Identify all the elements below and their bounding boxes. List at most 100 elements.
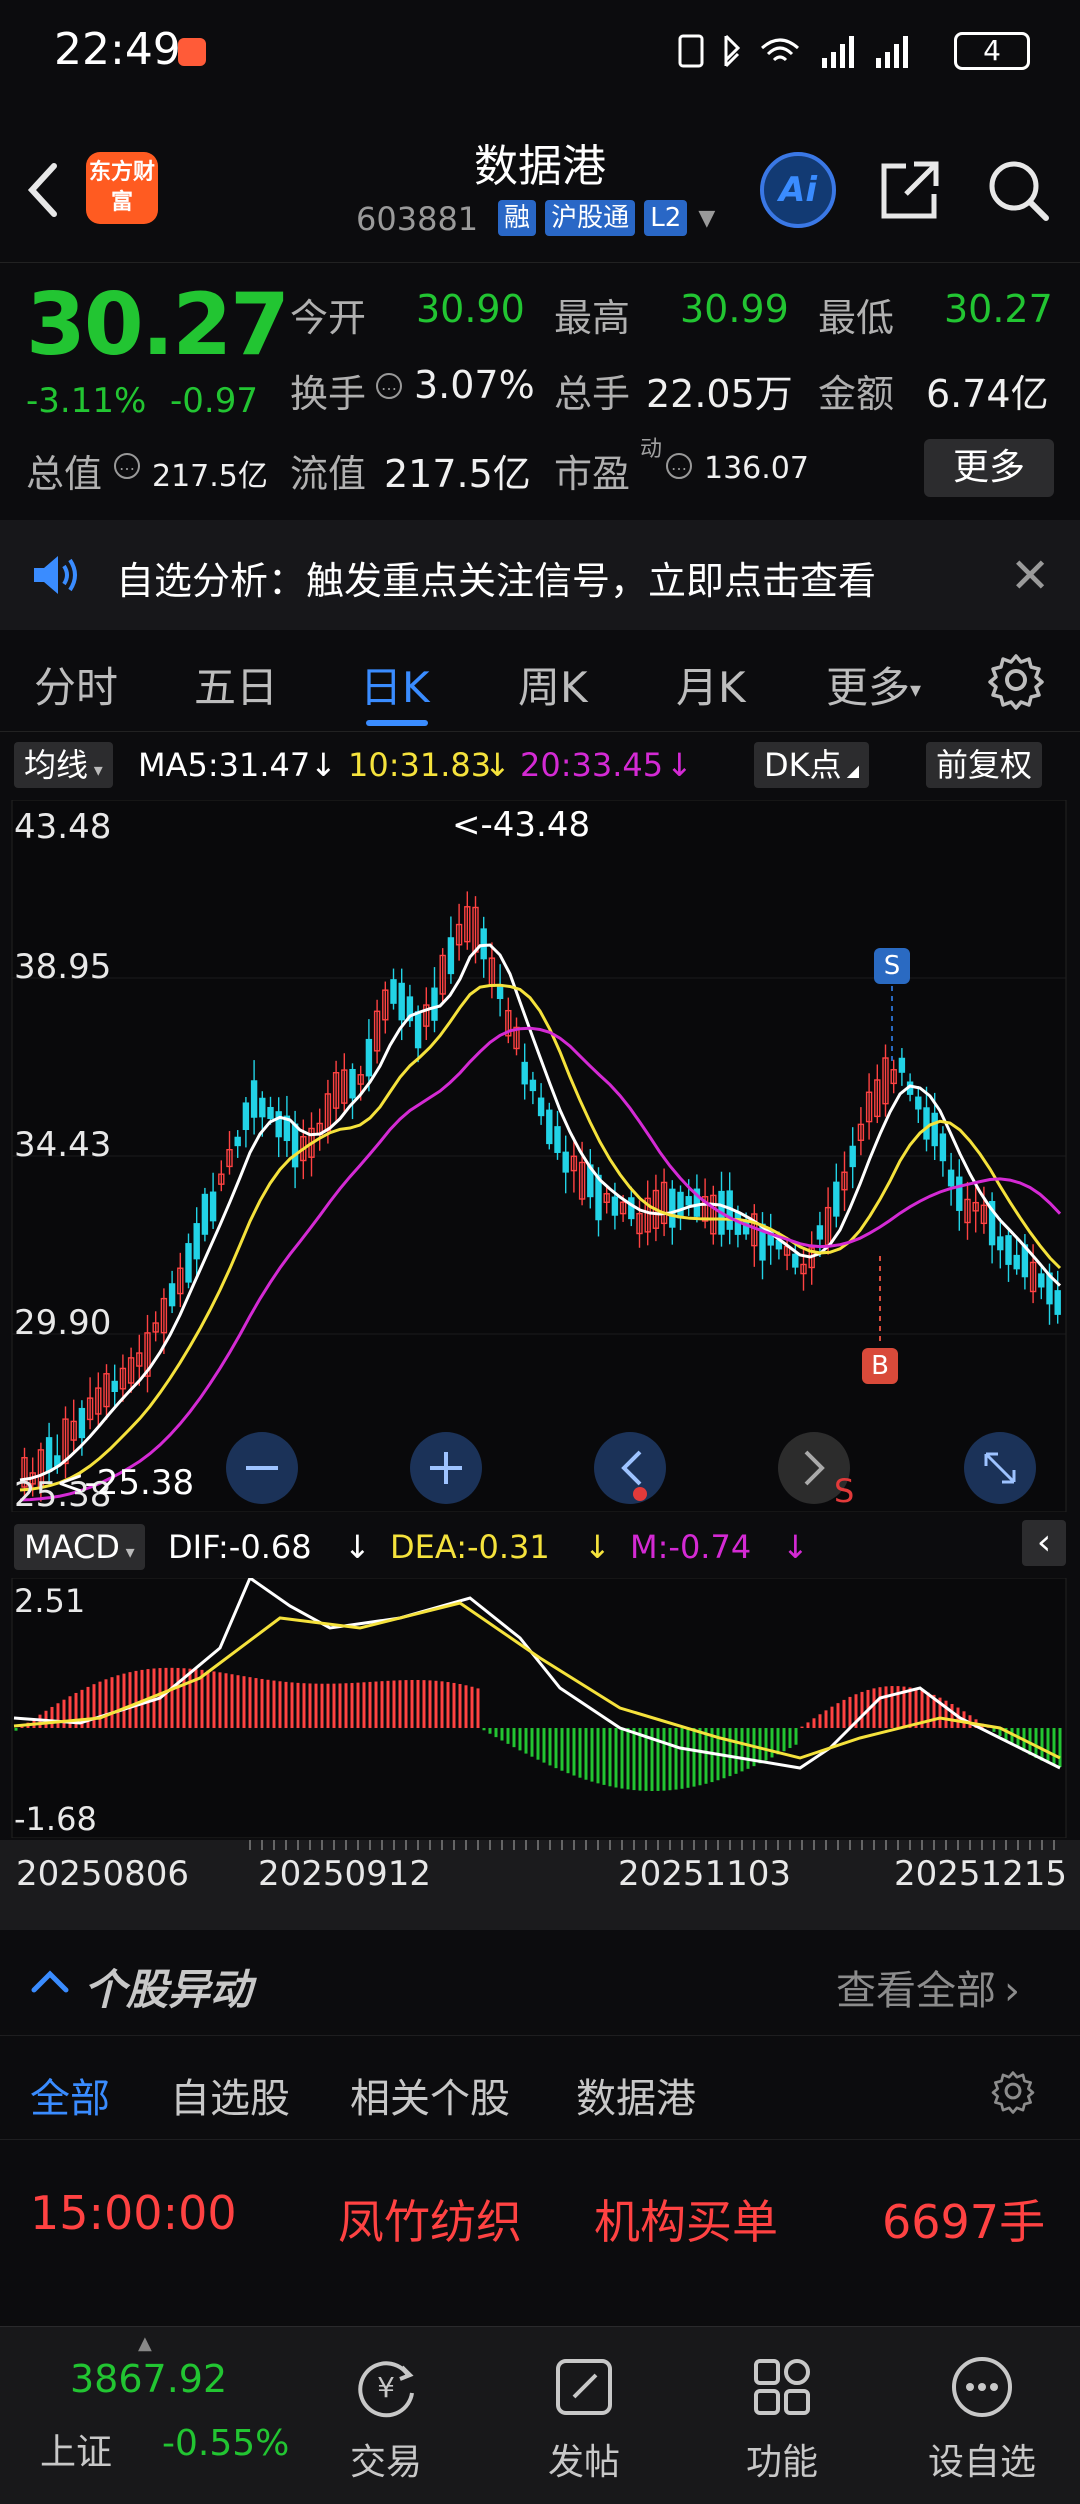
date-ticks [249, 1840, 1055, 1850]
indicator-select[interactable]: 均线 ▾ [14, 742, 113, 788]
chevron-left-icon[interactable]: ‹ [1022, 1520, 1066, 1566]
title-bar: 东方财富 数据港 603881 融 沪股通 L2 ▼ Ai [0, 100, 1080, 260]
info-icon[interactable]: … [114, 453, 140, 479]
status-bar: 22:49 4 [0, 0, 1080, 100]
svg-text:¥: ¥ [377, 2371, 395, 2404]
tab-weekly-k[interactable]: 周K [518, 654, 588, 715]
bottom-nav: ▲ 3867.92 上证 -0.55% ¥ 交易 发帖 功能 设自选 [0, 2326, 1080, 2504]
ma20-value: 20:33.45 [520, 746, 664, 784]
index-ticker[interactable]: ▲ 3867.92 上证 -0.55% [0, 2327, 300, 2497]
candle-body [521, 1061, 528, 1085]
tab-watchlist[interactable]: 自选股 [170, 2066, 290, 2124]
tab-intraday[interactable]: 分时 [34, 654, 118, 715]
candle-body [431, 987, 438, 1021]
candle-body [259, 1097, 266, 1118]
index-change: -0.55% [162, 2423, 290, 2464]
m-value: M:-0.74 [630, 1528, 752, 1566]
tab-more[interactable]: 更多▾ [826, 654, 921, 715]
candle-body [529, 1079, 537, 1092]
share-icon[interactable] [876, 156, 944, 224]
candle-body [291, 1123, 299, 1168]
tab-more-label: 更多 [826, 663, 911, 712]
gear-icon[interactable] [990, 2068, 1036, 2114]
candle-body [275, 1111, 282, 1138]
candle-body [554, 1126, 561, 1153]
nav-post-label: 发帖 [547, 2442, 620, 2483]
turnover-label: 换手 [290, 372, 367, 416]
quote-panel: 30.27 -3.11% -0.97 今开 30.90 最高 30.99 最低 … [0, 262, 1080, 518]
candle-body [685, 1196, 692, 1206]
date-label-3: 20251103 [618, 1854, 792, 1894]
candle-body [365, 1038, 373, 1077]
close-icon[interactable]: ✕ [1010, 548, 1050, 604]
period-tabs: 分时 五日 日K 周K 月K 更多▾ [0, 632, 1080, 732]
ai-assistant-icon[interactable]: Ai [760, 152, 836, 228]
volume-value: 22.05万 [646, 372, 793, 416]
ma10-value: 10:31.83 [348, 746, 492, 784]
dk-point-button[interactable]: DK点 ◢ [754, 742, 870, 788]
ma5-down-icon: ↓ [310, 746, 337, 784]
grid-icon [754, 2359, 810, 2415]
info-icon[interactable]: … [666, 453, 692, 479]
nav-more-label: 设自选 [927, 2442, 1036, 2483]
tab-five-day[interactable]: 五日 [194, 654, 278, 715]
kline-chart[interactable]: 43.48 38.95 34.43 29.90 25.38 <-43.48 <-… [0, 800, 1080, 1512]
ma20-down-icon: ↓ [666, 746, 693, 784]
y-label-2: 38.95 [14, 947, 111, 987]
tab-monthly-k[interactable]: 月K [676, 654, 746, 715]
candle-body [1038, 1273, 1045, 1288]
more-button[interactable]: 更多 [924, 439, 1054, 497]
amount-value: 6.74亿 [926, 372, 1049, 416]
search-icon[interactable] [984, 156, 1052, 224]
zoom-in-button[interactable] [410, 1432, 482, 1504]
macd-plot-area [11, 1578, 1067, 1838]
macd-chart[interactable]: 2.51 -1.68 [0, 1578, 1080, 1838]
candle-body [111, 1380, 118, 1393]
nav-post[interactable]: 发帖 [514, 2327, 654, 2497]
candle-body [939, 1133, 947, 1162]
candle-body [947, 1169, 955, 1187]
scroll-left-button[interactable] [594, 1432, 666, 1504]
macd-indicator-select[interactable]: MACD ▾ [14, 1524, 145, 1570]
chevron-right-icon: › [1004, 1968, 1020, 2014]
mktcap-label: 总值 [26, 452, 103, 496]
high-label: 最高 [554, 296, 631, 340]
candle-body [677, 1191, 684, 1219]
zoom-out-button[interactable] [226, 1432, 298, 1504]
adjust-button[interactable]: 前复权 [926, 742, 1043, 788]
movements-header: 个股异动 查看全部 › [0, 1930, 1080, 2036]
candle-body [496, 984, 504, 1000]
nav-more[interactable]: 设自选 [912, 2327, 1052, 2497]
tab-daily-k[interactable]: 日K [360, 654, 430, 715]
movement-stock: 凤竹纺织 [338, 2195, 522, 2249]
nav-trade[interactable]: ¥ 交易 [316, 2327, 456, 2497]
indicator-label: 均线 [24, 746, 89, 784]
nav-functions[interactable]: 功能 [712, 2327, 852, 2497]
candle-body [1005, 1235, 1012, 1265]
float-label: 流值 [290, 452, 367, 496]
chevron-down-icon[interactable]: ▼ [698, 206, 715, 231]
fullscreen-button[interactable] [964, 1432, 1036, 1504]
open-value: 30.90 [416, 287, 525, 331]
tab-all[interactable]: 全部 [30, 2066, 110, 2124]
gear-icon[interactable] [986, 650, 1046, 710]
index-value: 3867.92 [70, 2357, 228, 2401]
candle-body [349, 1068, 356, 1099]
list-item[interactable]: 15:00:00 凤竹纺织 机构买单 6697手 [0, 2142, 1080, 2282]
candle-body [209, 1191, 217, 1222]
tab-this-stock[interactable]: 数据港 [576, 2066, 696, 2124]
candle-body [923, 1107, 930, 1140]
change-amount: -0.97 [170, 381, 258, 421]
candle-body [78, 1407, 86, 1439]
info-icon[interactable]: … [376, 373, 402, 399]
movement-qty: 6697手 [882, 2195, 1046, 2249]
view-all-link[interactable]: 查看全部 › [836, 1958, 1020, 2016]
high-value: 30.99 [680, 287, 789, 331]
tab-related[interactable]: 相关个股 [350, 2066, 510, 2124]
nav-trade-label: 交易 [349, 2442, 422, 2483]
candle-body [398, 982, 405, 1021]
volume-label: 总手 [554, 372, 631, 416]
notice-bar[interactable]: 自选分析：触发重点关注信号，立即点击查看 ✕ [0, 520, 1080, 630]
chevron-up-icon[interactable] [28, 1966, 72, 1996]
y-label-3: 34.43 [14, 1125, 111, 1165]
